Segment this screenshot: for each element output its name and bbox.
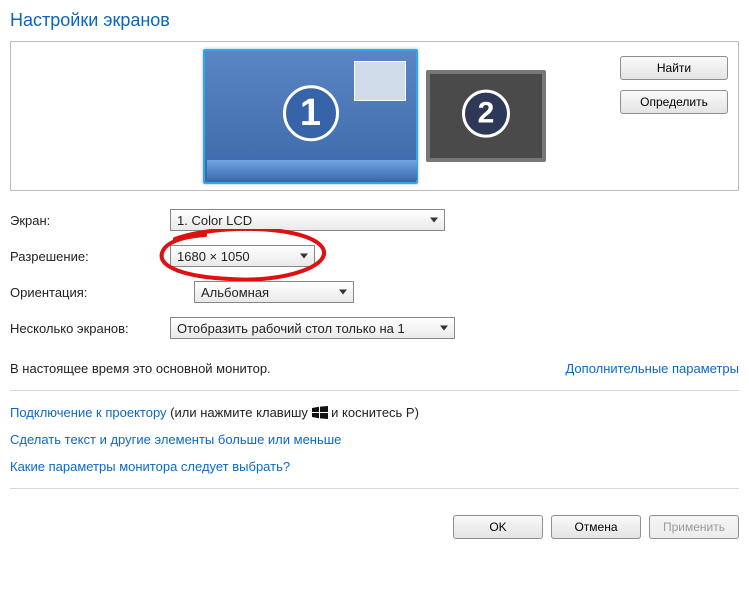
windows-key-icon <box>312 406 328 419</box>
monitor-1-badge: 1 <box>283 85 339 141</box>
orientation-select-value: Альбомная <box>201 285 269 300</box>
multiple-label: Несколько экранов: <box>10 321 170 336</box>
apply-button: Применить <box>649 515 739 539</box>
taskbar-icon <box>208 163 230 179</box>
separator-2 <box>10 488 739 489</box>
page-title: Настройки экранов <box>10 10 739 31</box>
text-size-link[interactable]: Сделать текст и другие элементы больше и… <box>10 432 341 447</box>
help-link[interactable]: Какие параметры монитора следует выбрать… <box>10 459 290 474</box>
find-button[interactable]: Найти <box>620 56 728 80</box>
separator-1 <box>10 390 739 391</box>
resolution-label: Разрешение: <box>10 249 170 264</box>
advanced-settings-link[interactable]: Дополнительные параметры <box>565 361 739 376</box>
identify-button[interactable]: Определить <box>620 90 728 114</box>
ok-button[interactable]: OK <box>453 515 543 539</box>
orientation-select[interactable]: Альбомная <box>194 281 354 303</box>
multiple-select[interactable]: Отобразить рабочий стол только на 1 <box>170 317 455 339</box>
screen-label: Экран: <box>10 213 170 228</box>
projector-tail-1: (или нажмите клавишу <box>167 405 312 420</box>
multiple-select-value: Отобразить рабочий стол только на 1 <box>177 321 405 336</box>
projector-link[interactable]: Подключение к проектору <box>10 405 167 420</box>
cancel-button[interactable]: Отмена <box>551 515 641 539</box>
screen-select[interactable]: 1. Color LCD <box>170 209 445 231</box>
resolution-select[interactable]: 1680 × 1050 <box>170 245 315 267</box>
screen-select-value: 1. Color LCD <box>177 213 252 228</box>
resolution-select-value: 1680 × 1050 <box>177 249 250 264</box>
projector-tail-2: и коснитесь P) <box>328 405 419 420</box>
orientation-label: Ориентация: <box>10 285 170 300</box>
display-preview-area: 1 2 Найти Определить <box>10 41 739 191</box>
monitor-2-badge: 2 <box>462 90 510 138</box>
monitor-2[interactable]: 2 <box>426 70 546 162</box>
primary-monitor-info: В настоящее время это основной монитор. <box>10 361 271 376</box>
monitor-1[interactable]: 1 <box>203 49 418 184</box>
